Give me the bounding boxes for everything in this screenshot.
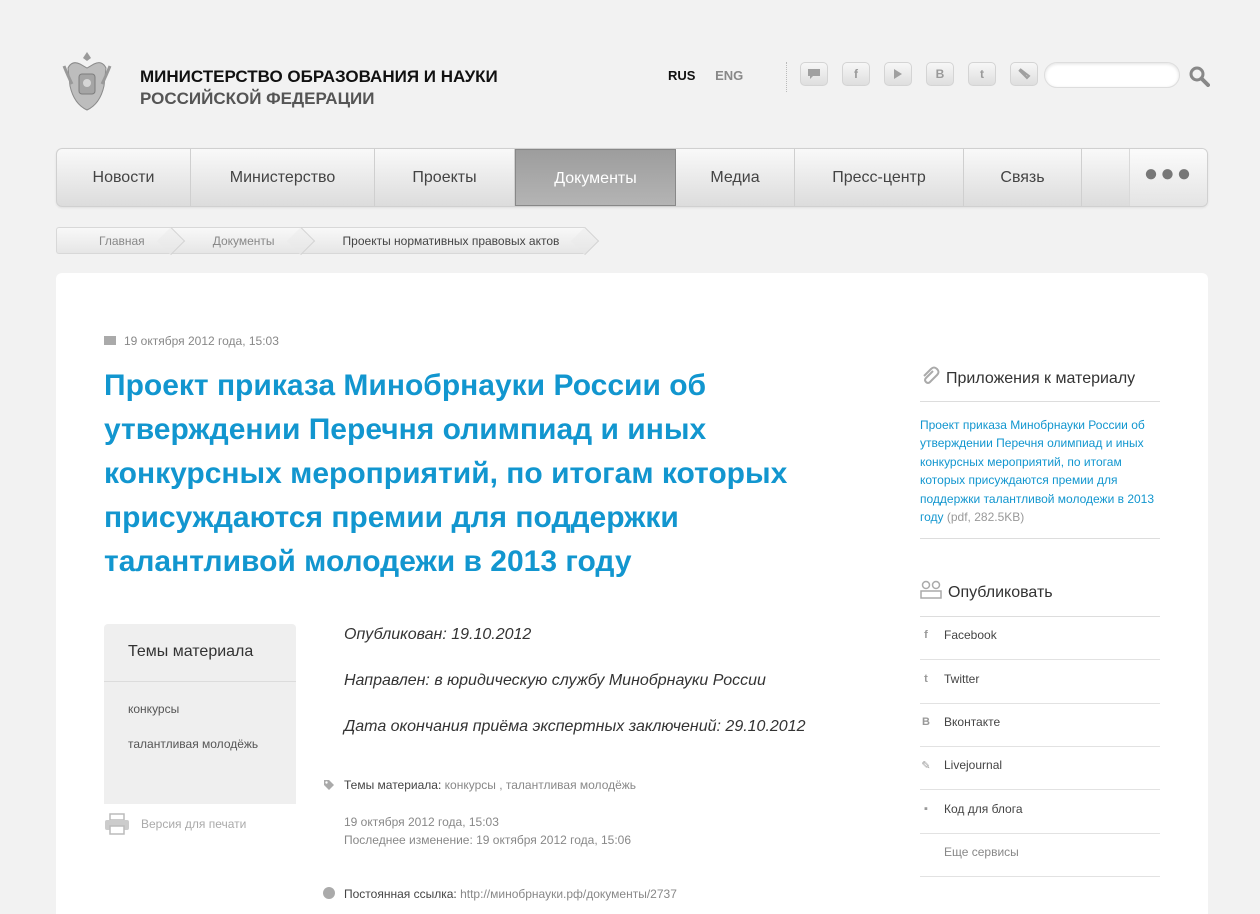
topics-box: Темы материала конкурсы талантливая моло… xyxy=(104,624,296,804)
lang-eng[interactable]: ENG xyxy=(715,68,743,83)
breadcrumb-home[interactable]: Главная xyxy=(56,227,171,254)
search-icon[interactable] xyxy=(1188,65,1210,87)
comment-icon[interactable] xyxy=(800,62,828,86)
main-nav: Новости Министерство Проекты Документы М… xyxy=(56,148,1208,207)
created-date: 19 октября 2012 года, 15:03 xyxy=(344,815,499,829)
nav-item-media[interactable]: Медиа xyxy=(676,149,795,206)
directed-to: Направлен: в юридическую службу Минобрна… xyxy=(344,672,766,689)
publish-title: Опубликовать xyxy=(948,584,1053,601)
share-facebook-label: Facebook xyxy=(944,628,997,642)
share-blog-code[interactable]: ▪ Код для блога xyxy=(920,791,1160,834)
twitter-icon: t xyxy=(924,673,928,685)
language-switcher: RUS ENG xyxy=(668,68,759,83)
share-vkontakte[interactable]: B Вконтакте xyxy=(920,704,1160,747)
attachments-title: Приложения к материалу xyxy=(946,370,1136,387)
calendar-icon xyxy=(104,336,116,345)
share-blog-code-label: Код для блога xyxy=(944,802,1023,816)
globe-icon xyxy=(323,887,335,899)
breadcrumb-documents[interactable]: Документы xyxy=(170,227,301,254)
topics-label: Темы материала: xyxy=(344,778,442,792)
attachments-heading: Приложения к материалу xyxy=(920,366,1135,388)
topics-box-zigzag-edge xyxy=(104,786,296,798)
lang-rus[interactable]: RUS xyxy=(668,68,695,83)
facebook-icon[interactable]: f xyxy=(842,62,870,86)
facebook-icon: f xyxy=(924,629,928,641)
share-vkontakte-label: Вконтакте xyxy=(944,715,1001,729)
nav-item-ministry[interactable]: Министерство xyxy=(191,149,375,206)
topics-line: Темы материала: конкурсы , талантливая м… xyxy=(344,778,636,792)
nav-item-contact[interactable]: Связь xyxy=(964,149,1082,206)
people-icon xyxy=(920,580,942,599)
search-input[interactable] xyxy=(1044,62,1180,88)
paperclip-icon xyxy=(923,366,940,384)
vkontakte-icon[interactable]: B xyxy=(926,62,954,86)
published-date: Опубликован: 19.10.2012 xyxy=(344,626,532,643)
youtube-icon[interactable] xyxy=(884,62,912,86)
twitter-icon[interactable]: t xyxy=(968,62,996,86)
share-more-services[interactable]: Еще сервисы xyxy=(920,834,1160,877)
livejournal-icon: ✎ xyxy=(921,760,931,772)
share-twitter[interactable]: t Twitter xyxy=(920,661,1160,704)
share-livejournal-label: Livejournal xyxy=(944,758,1003,772)
share-more-services-label: Еще сервисы xyxy=(944,845,1019,859)
article-date-text: 19 октября 2012 года, 15:03 xyxy=(124,334,279,348)
more-menu-icon[interactable]: ●●● xyxy=(1129,149,1207,206)
attachments-divider xyxy=(920,401,1160,402)
org-name-line1: МИНИСТЕРСТВО ОБРАЗОВАНИЯ И НАУКИ xyxy=(140,67,498,86)
attachment-item: Проект приказа Минобрнауки России об утв… xyxy=(920,416,1160,526)
share-livejournal[interactable]: ✎ Livejournal xyxy=(920,747,1160,790)
permalink-url[interactable]: http://минобрнауки.рф/документы/2737 xyxy=(460,887,677,901)
org-name[interactable]: МИНИСТЕРСТВО ОБРАЗОВАНИЯ И НАУКИ РОССИЙС… xyxy=(140,66,498,110)
topic-tag-contests[interactable]: конкурсы xyxy=(104,702,296,716)
nav-item-documents[interactable]: Документы xyxy=(515,149,676,206)
coat-of-arms-emblem xyxy=(62,52,112,111)
attachment-meta: (pdf, 282.5KB) xyxy=(946,510,1025,525)
topics-values[interactable]: конкурсы , талантливая молодёжь xyxy=(445,778,636,792)
permalink-line: Постоянная ссылка: http://минобрнауки.рф… xyxy=(344,887,677,901)
breadcrumb: Главная Документы Проекты нормативных пр… xyxy=(56,227,586,254)
livejournal-icon[interactable] xyxy=(1010,62,1038,86)
topic-tag-talented-youth[interactable]: талантливая молодёжь xyxy=(104,737,296,751)
attachment-link[interactable]: Проект приказа Минобрнауки России об утв… xyxy=(920,418,1154,524)
nav-item-news[interactable]: Новости xyxy=(57,149,191,206)
vkontakte-icon: B xyxy=(922,716,930,728)
tag-icon xyxy=(324,780,334,790)
article-date: 19 октября 2012 года, 15:03 xyxy=(104,334,279,348)
topics-box-title: Темы материала xyxy=(104,624,296,682)
article-title: Проект приказа Минобрнауки России об утв… xyxy=(104,369,788,578)
review-deadline: Дата окончания приёма экспертных заключе… xyxy=(344,718,806,735)
comment-icon: ▪ xyxy=(924,803,928,815)
share-twitter-label: Twitter xyxy=(944,672,980,686)
nav-item-projects[interactable]: Проекты xyxy=(375,149,515,206)
social-links: f B t xyxy=(800,62,1038,86)
printer-icon[interactable] xyxy=(104,813,130,835)
permalink-label: Постоянная ссылка: xyxy=(344,887,457,901)
publish-heading: Опубликовать xyxy=(920,580,1053,602)
modified-date: Последнее изменение: 19 октября 2012 год… xyxy=(344,833,632,847)
header-divider xyxy=(786,62,787,92)
org-name-line2: РОССИЙСКОЙ ФЕДЕРАЦИИ xyxy=(140,89,375,108)
breadcrumb-current: Проекты нормативных правовых актов xyxy=(300,227,586,254)
share-facebook[interactable]: f Facebook xyxy=(920,617,1160,660)
print-version-link[interactable]: Версия для печати xyxy=(141,817,246,831)
attachments-bottom-divider xyxy=(920,538,1160,539)
nav-item-press-center[interactable]: Пресс-центр xyxy=(795,149,964,206)
